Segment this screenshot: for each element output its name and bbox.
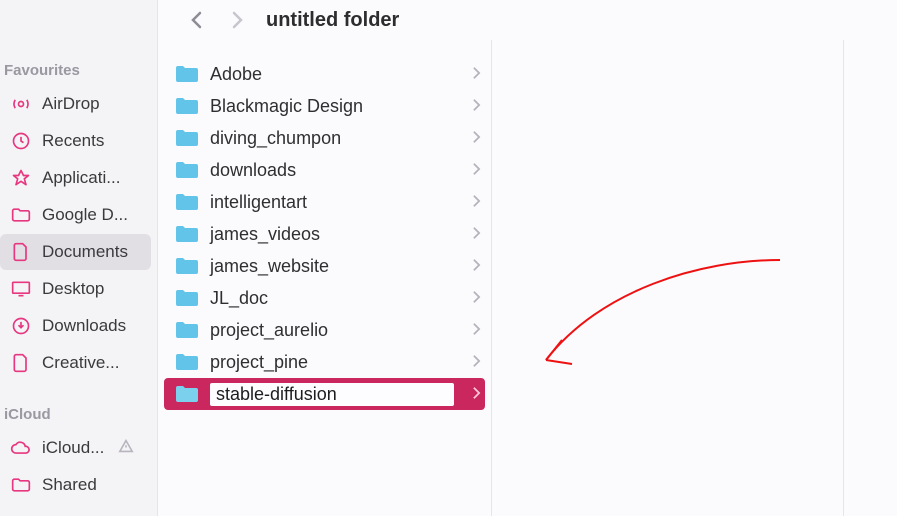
column-view: Adobe Blackmagic Design diving_chumpondown…	[158, 40, 897, 516]
chevron-right-icon	[472, 384, 481, 405]
chevron-right-icon	[472, 64, 481, 85]
folder-icon	[174, 352, 200, 372]
folder-icon	[174, 64, 200, 84]
sidebar-label: Desktop	[42, 279, 104, 299]
sidebar-item-airdrop[interactable]: AirDrop	[0, 86, 151, 122]
folder-icon	[174, 384, 200, 404]
chevron-right-icon	[472, 96, 481, 117]
back-button[interactable]	[186, 9, 208, 31]
sidebar-item-applications[interactable]: Applicati...	[0, 160, 151, 196]
sidebar: Favourites AirDrop Recents Applicati... …	[0, 0, 158, 516]
sidebar-label: Google D...	[42, 205, 128, 225]
sidebar-label: Creative...	[42, 353, 119, 373]
sidebar-label: Shared	[42, 475, 97, 495]
sidebar-item-desktop[interactable]: Desktop	[0, 271, 151, 307]
folder-row[interactable]: project_pine	[158, 346, 491, 378]
folder-icon	[174, 96, 200, 116]
shared-folder-icon	[10, 474, 32, 496]
chevron-right-icon	[472, 160, 481, 181]
chevron-right-icon	[472, 192, 481, 213]
sidebar-label: Downloads	[42, 316, 126, 336]
empty-column[interactable]	[492, 40, 844, 516]
folder-icon	[174, 320, 200, 340]
sidebar-item-downloads[interactable]: Downloads	[0, 308, 151, 344]
sidebar-item-icloud-drive[interactable]: iCloud...	[0, 430, 151, 466]
sidebar-section-icloud: iCloud	[0, 400, 157, 429]
doc-icon	[10, 241, 32, 263]
folder-icon	[174, 192, 200, 212]
chevron-right-icon	[472, 288, 481, 309]
sidebar-item-recents[interactable]: Recents	[0, 123, 151, 159]
folder-name: james_website	[210, 256, 329, 277]
chevron-right-icon	[472, 128, 481, 149]
folder-row[interactable]: diving_chumpon	[158, 122, 491, 154]
folder-row[interactable]: project_aurelio	[158, 314, 491, 346]
sidebar-item-creative[interactable]: Creative...	[0, 345, 151, 381]
folder-row-editing[interactable]	[164, 378, 485, 410]
rename-input[interactable]	[210, 383, 454, 406]
folder-row[interactable]: intelligentart	[158, 186, 491, 218]
content-area: untitled folder Adobe Blackmagic Design di…	[158, 0, 897, 516]
folder-row[interactable]: downloads	[158, 154, 491, 186]
folder-icon	[174, 256, 200, 276]
sidebar-item-documents[interactable]: Documents	[0, 234, 151, 270]
folder-name: intelligentart	[210, 192, 307, 213]
folder-name: project_aurelio	[210, 320, 328, 341]
chevron-right-icon	[472, 320, 481, 341]
folder-row[interactable]: james_videos	[158, 218, 491, 250]
folder-row[interactable]: Blackmagic Design	[158, 90, 491, 122]
warning-icon	[118, 438, 134, 458]
folder-icon	[174, 288, 200, 308]
folder-icon	[174, 160, 200, 180]
sidebar-label: AirDrop	[42, 94, 100, 114]
folder-row[interactable]: james_website	[158, 250, 491, 282]
chevron-right-icon	[472, 224, 481, 245]
sidebar-label: iCloud...	[42, 438, 104, 458]
sidebar-section-favourites: Favourites	[0, 56, 157, 85]
toolbar: untitled folder	[158, 0, 897, 40]
sidebar-label: Applicati...	[42, 168, 120, 188]
clock-icon	[10, 130, 32, 152]
chevron-right-icon	[472, 352, 481, 373]
chevron-right-icon	[472, 256, 481, 277]
sidebar-label: Recents	[42, 131, 104, 151]
folder-name: project_pine	[210, 352, 308, 373]
folder-name: downloads	[210, 160, 296, 181]
folder-row[interactable]: JL_doc	[158, 282, 491, 314]
cloud-icon	[10, 437, 32, 459]
folder-name: JL_doc	[210, 288, 268, 309]
desktop-icon	[10, 278, 32, 300]
download-icon	[10, 315, 32, 337]
sidebar-item-google-drive[interactable]: Google D...	[0, 197, 151, 233]
app-icon	[10, 167, 32, 189]
folder-column[interactable]: Adobe Blackmagic Design diving_chumpondown…	[158, 40, 492, 516]
folder-row[interactable]: Adobe	[158, 58, 491, 90]
airdrop-icon	[10, 93, 32, 115]
folder-name: james_videos	[210, 224, 320, 245]
folder-icon	[174, 128, 200, 148]
folder-icon	[10, 204, 32, 226]
window-title: untitled folder	[266, 9, 399, 32]
folder-name: Blackmagic Design	[210, 96, 363, 117]
finder-window: Favourites AirDrop Recents Applicati... …	[0, 0, 897, 516]
folder-icon	[174, 224, 200, 244]
folder-name: Adobe	[210, 64, 262, 85]
doc-icon	[10, 352, 32, 374]
sidebar-label: Documents	[42, 242, 128, 262]
folder-name: diving_chumpon	[210, 128, 341, 149]
forward-button[interactable]	[226, 9, 248, 31]
sidebar-item-shared[interactable]: Shared	[0, 467, 151, 503]
